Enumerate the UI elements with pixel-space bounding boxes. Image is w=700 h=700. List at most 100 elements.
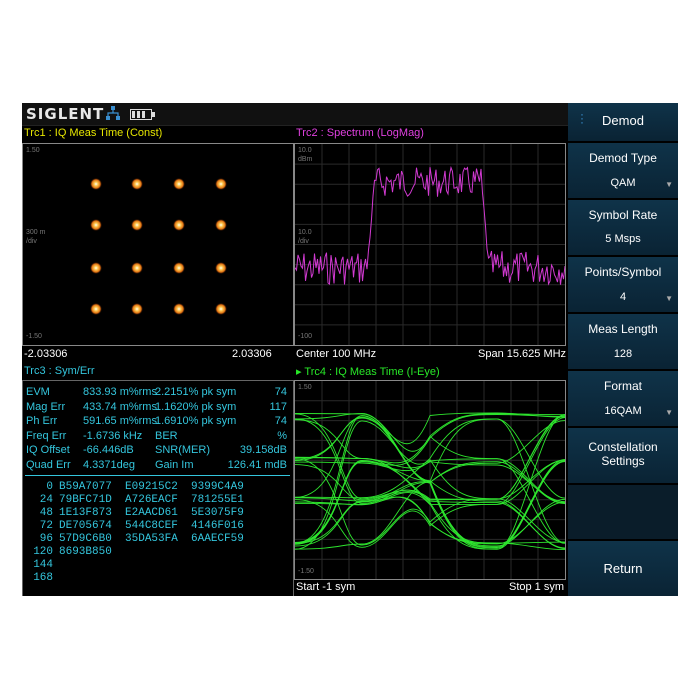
meas-value: 2.2151% pk sym <box>155 386 237 398</box>
demod-menu-label: Demod <box>602 113 644 128</box>
meas-label: Freq Err <box>26 429 67 442</box>
constellation-settings-label-1: Constellation <box>588 440 658 454</box>
format-button[interactable]: Format 16QAM ▼ <box>568 371 678 428</box>
constellation-point <box>173 219 185 231</box>
meas-label: Mag Err <box>26 400 66 413</box>
dropdown-arrow-icon: ▼ <box>665 408 673 417</box>
table-separator <box>25 475 290 476</box>
trc4-x-stop: Stop 1 sym <box>509 581 565 593</box>
meas-length-label: Meas Length <box>588 322 658 336</box>
trc2-y-bottom: -100 <box>298 333 313 340</box>
demod-type-label: Demod Type <box>589 151 657 165</box>
dropdown-arrow-icon: ▼ <box>665 180 673 189</box>
constellation-point <box>215 178 227 190</box>
symbol-index: 24 <box>39 494 53 506</box>
meas-value: -66.446dB <box>83 444 134 456</box>
constellation-point <box>131 178 143 190</box>
return-button[interactable]: Return <box>568 541 678 596</box>
meas-value: 74 <box>274 386 287 398</box>
dropdown-arrow-icon: ▼ <box>665 294 673 303</box>
symbol-index: 168 <box>33 572 53 584</box>
trc1-constellation-plot[interactable]: 1.50 300 m /div -1.50 <box>22 143 294 346</box>
trc4-title[interactable]: ▸ Trc4 : IQ Meas Time (I-Eye) <box>296 365 440 378</box>
symbol-rate-button[interactable]: Symbol Rate 5 Msps <box>568 200 678 257</box>
meas-value: 126.41 mdB <box>227 458 287 471</box>
constellation-point <box>90 262 102 274</box>
trc4-x-start: Start -1 sym <box>296 581 356 593</box>
trc1-title[interactable]: Trc1 : IQ Meas Time (Const) <box>24 127 162 139</box>
constellation-settings-label-2: Settings <box>601 454 645 468</box>
meas-length-button[interactable]: Meas Length 128 <box>568 314 678 371</box>
symbol-data: B59A7077 E09215C2 9399C4A9 <box>59 481 244 493</box>
battery-icon <box>130 109 155 120</box>
demod-menu-header[interactable]: · · · Demod <box>568 103 678 143</box>
meas-value: 433.74 m%rms <box>83 400 157 413</box>
trc4-eye-plot[interactable]: 1.50 -1.50 <box>294 380 566 580</box>
trc2-spectrum-plot[interactable]: 10.0 dBm 10.0 /div -100 <box>294 143 566 346</box>
meas-row: Ph Err 591.65 m%rms 1.6910% pk sym 74 <box>23 415 291 429</box>
symbol-rate-label: Symbol Rate <box>588 208 658 222</box>
trc3-title[interactable]: Trc3 : Sym/Err <box>24 365 94 377</box>
meas-label: Quad Err <box>26 458 71 471</box>
points-symbol-label: Points/Symbol <box>584 265 662 279</box>
trc2-span: Span 15.625 MHz <box>478 348 567 360</box>
trc2-y-div: /div <box>298 238 309 245</box>
symbol-index: 120 <box>33 546 53 558</box>
network-icon <box>106 106 120 120</box>
brand-logo: SIGLENT <box>26 105 105 123</box>
trc3-sym-err-panel[interactable]: EVM 833.93 m%rms 2.2151% pk sym 74 Mag Err 43… <box>22 380 294 596</box>
constellation-point <box>215 303 227 315</box>
constellation-settings-button[interactable]: Constellation Settings <box>568 428 678 485</box>
constellation-point <box>131 262 143 274</box>
constellation-point <box>90 178 102 190</box>
meas-label: EVM <box>26 386 50 398</box>
constellation-point <box>173 303 185 315</box>
symbol-index: 96 <box>39 533 53 545</box>
meas-row: IQ Offset -66.446dB SNR(MER) 39.158dB <box>23 444 291 458</box>
points-symbol-button[interactable]: Points/Symbol 4 ▼ <box>568 257 678 314</box>
eye-diagram-traces <box>295 381 565 579</box>
symbol-data: DE705674 544C8CEF 4146F016 <box>59 520 244 532</box>
meas-value: BER <box>155 429 178 442</box>
trc4-y-top: 1.50 <box>298 384 312 391</box>
symbol-data: 79BFC71D A726EACF 781255E1 <box>59 494 244 506</box>
demod-type-button[interactable]: Demod Type QAM ▼ <box>568 143 678 200</box>
trc1-x-left: -2.03306 <box>24 348 68 360</box>
status-bar: SIGLENT <box>22 103 568 126</box>
meas-value: 39.158dB <box>239 444 287 456</box>
constellation-point <box>215 219 227 231</box>
constellation-point <box>173 262 185 274</box>
constellation-point <box>215 262 227 274</box>
constellation-points <box>90 178 227 315</box>
meas-row: Quad Err 4.3371deg Gain Im 126.41 mdB <box>23 459 291 473</box>
meas-value: -1.6736 kHz <box>83 429 143 442</box>
symbol-data: 8693B850 <box>59 546 112 558</box>
spectrum-trace <box>295 144 565 345</box>
meas-value: 1.1620% pk sym <box>155 400 237 413</box>
trc2-y-top: 10.0 <box>298 147 312 154</box>
meas-value: % <box>277 429 287 442</box>
meas-value: 4.3371deg <box>83 458 135 471</box>
constellation-point <box>131 219 143 231</box>
trc2-y-scale: 10.0 <box>298 229 312 236</box>
meas-row: Freq Err -1.6736 kHz BER% <box>23 430 291 444</box>
meas-value: Gain Im <box>155 458 194 471</box>
meas-label: Ph Err <box>26 415 58 427</box>
return-label: Return <box>603 561 643 576</box>
meas-row: EVM 833.93 m%rms 2.2151% pk sym 74 <box>23 386 291 400</box>
symbol-data: 1E13F873 E2AACD61 5E3075F9 <box>59 507 244 519</box>
symbol-index: 48 <box>39 507 53 519</box>
softkey-panel: · · · Demod Demod Type QAM ▼ Symbol Rate 5… <box>568 103 678 596</box>
constellation-point <box>90 219 102 231</box>
trc2-center-freq: Center 100 MHz <box>296 348 377 360</box>
symbol-rate-value: 5 Msps <box>605 233 641 245</box>
symbol-index: 0 <box>46 481 53 493</box>
trc2-title[interactable]: Trc2 : Spectrum (LogMag) <box>296 127 424 139</box>
empty-softkey <box>568 485 678 541</box>
meas-length-value: 128 <box>613 348 633 360</box>
trc2-y-unit: dBm <box>298 156 313 163</box>
format-value: 16QAM <box>604 405 642 417</box>
demod-type-value: QAM <box>610 177 636 189</box>
points-symbol-value: 4 <box>619 291 627 303</box>
constellation-point <box>173 178 185 190</box>
